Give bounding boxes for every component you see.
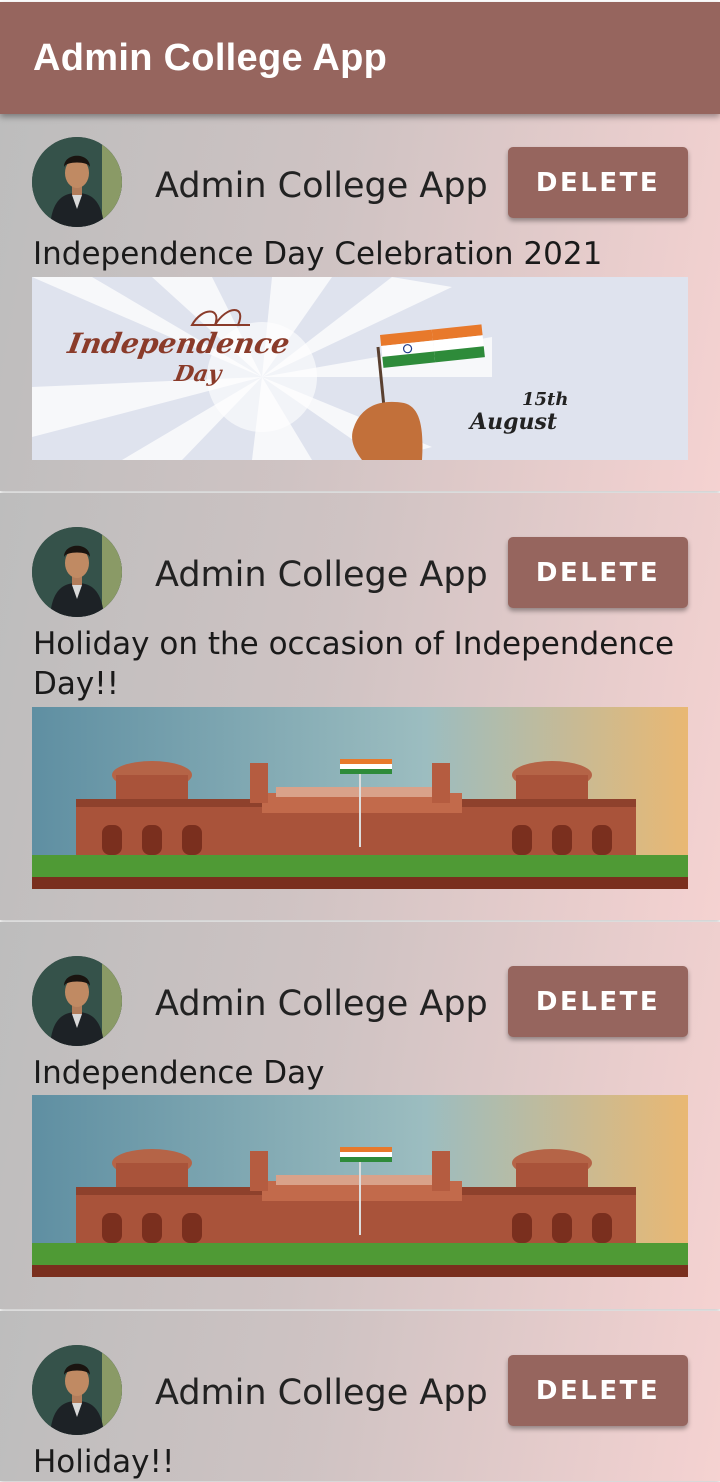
banner-title-line1: Independence bbox=[64, 327, 292, 360]
avatar bbox=[32, 527, 122, 617]
banner-date-number: 15th bbox=[522, 389, 568, 410]
delete-button[interactable]: DELETE bbox=[508, 147, 688, 218]
post-text: Independence Day Celebration 2021 bbox=[33, 236, 603, 272]
avatar bbox=[32, 137, 122, 227]
post-card: Admin College App DELETE Holiday!! bbox=[0, 1311, 720, 1481]
delete-button[interactable]: DELETE bbox=[508, 966, 688, 1037]
delete-button[interactable]: DELETE bbox=[508, 1355, 688, 1426]
avatar bbox=[32, 956, 122, 1046]
post-text: Holiday on the occasion of Independence … bbox=[33, 626, 675, 702]
post-text: Independence Day bbox=[33, 1055, 325, 1091]
avatar bbox=[32, 1345, 122, 1435]
post-text: Holiday!! bbox=[33, 1444, 175, 1480]
post-author: Admin College App bbox=[155, 1373, 488, 1413]
app-bar: Admin College App bbox=[0, 2, 720, 114]
red-fort-image bbox=[32, 707, 688, 889]
delete-button[interactable]: DELETE bbox=[508, 537, 688, 608]
post-card: Admin College App DELETE Independence Da… bbox=[0, 114, 720, 491]
banner-date-month: August bbox=[468, 409, 557, 435]
independence-day-banner-image: Independence Day 15th August bbox=[32, 277, 688, 460]
post-author: Admin College App bbox=[155, 166, 488, 206]
app-title: Admin College App bbox=[33, 36, 388, 79]
red-fort-image bbox=[32, 1095, 688, 1277]
banner-title-line2: Day bbox=[172, 361, 226, 387]
post-author: Admin College App bbox=[155, 984, 488, 1024]
post-card: Admin College App DELETE Independence Da… bbox=[0, 922, 720, 1309]
post-author: Admin College App bbox=[155, 555, 488, 595]
post-card: Admin College App DELETE Holiday on the … bbox=[0, 493, 720, 920]
